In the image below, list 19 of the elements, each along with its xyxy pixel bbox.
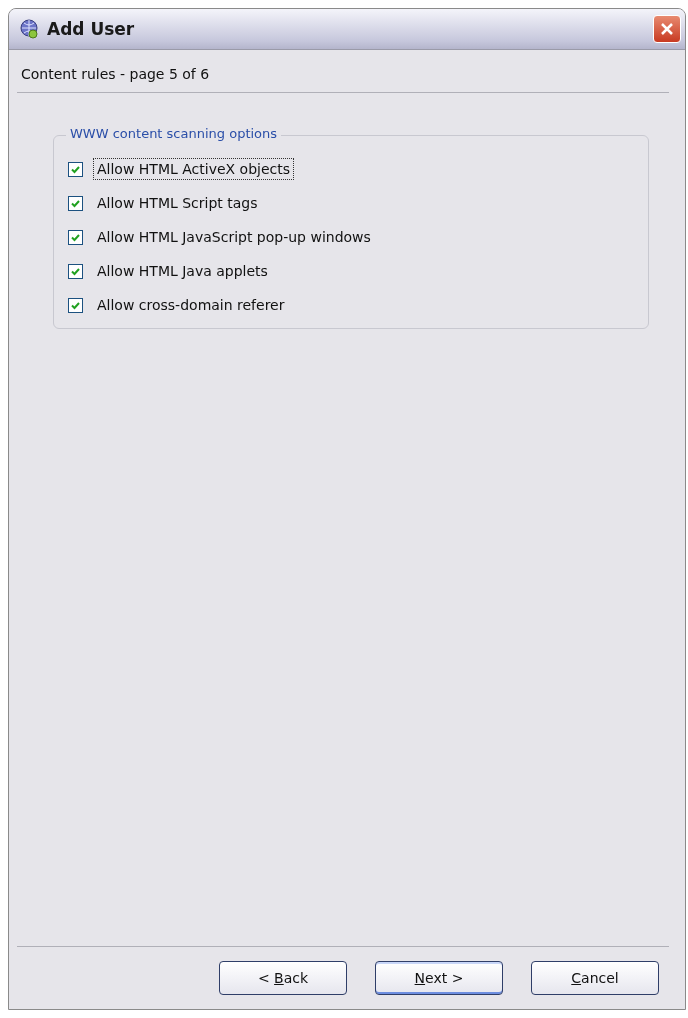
checkbox[interactable] — [68, 297, 83, 313]
option-label[interactable]: Allow HTML ActiveX objects — [93, 158, 294, 180]
option-label[interactable]: Allow HTML Script tags — [93, 192, 262, 214]
close-icon — [659, 21, 675, 37]
globe-icon — [19, 19, 39, 39]
checkbox[interactable] — [68, 229, 83, 245]
checkbox[interactable] — [68, 161, 83, 177]
close-button[interactable] — [653, 15, 681, 43]
window-title: Add User — [47, 19, 136, 39]
dialog-button[interactable]: < Back — [219, 961, 347, 995]
group-title: WWW content scanning options — [66, 126, 282, 141]
checkbox[interactable] — [68, 195, 83, 211]
option-label[interactable]: Allow HTML Java applets — [93, 260, 272, 282]
dialog-button[interactable]: Next > — [375, 961, 503, 995]
page-heading: Content rules - page 5 of 6 — [20, 65, 211, 84]
dialog-button[interactable]: Cancel — [531, 961, 659, 995]
option-label[interactable]: Allow cross-domain referer — [93, 294, 289, 316]
option-label[interactable]: Allow HTML JavaScript pop-up windows — [93, 226, 375, 248]
checkbox[interactable] — [68, 263, 83, 279]
